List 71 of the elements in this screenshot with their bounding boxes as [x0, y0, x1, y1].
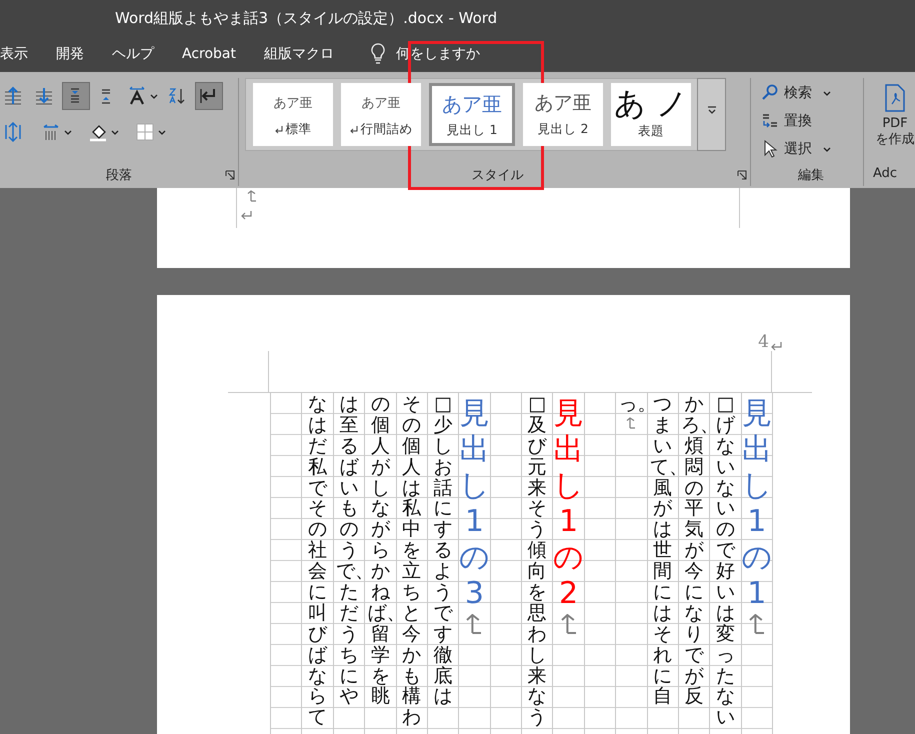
style-preview: あア亜: [362, 95, 400, 113]
create-pdf-button[interactable]: PDF を作成: [870, 78, 915, 164]
group-label: 編集: [798, 167, 824, 184]
vertical-text-line: っ。: [618, 394, 644, 415]
style-name: 表題: [638, 123, 664, 140]
heading-text: 見出し1の1: [740, 396, 774, 612]
return-mark-icon: [350, 126, 358, 134]
chevron-down-icon: [111, 130, 119, 134]
ribbon-tab[interactable]: 開発: [56, 45, 84, 63]
chevron-down-icon: [150, 94, 158, 98]
style-item[interactable]: あア亜 標準: [253, 83, 333, 146]
vertical-text-line: □少しお話にするようです徹底は: [432, 394, 454, 708]
style-preview: あア亜: [534, 91, 592, 116]
vertical-text-line: なはだ私でその社会に叫びばならて: [307, 394, 328, 728]
ribbon-command[interactable]: 検索: [759, 80, 863, 106]
heading-text: 見出し1の2: [552, 396, 586, 612]
vertical-text-line: の個人がしながらかねば、留学を眺: [367, 394, 394, 708]
vertical-text-line: は至るばいものうで、ただうちにや: [336, 394, 362, 708]
group-label: スタイル: [472, 167, 524, 184]
chevron-down-icon: [823, 90, 831, 96]
ribbon-tab[interactable]: ヘルプ: [112, 45, 154, 63]
paragraph-mark-icon: [247, 190, 257, 202]
style-name: 見出し 1: [446, 122, 498, 139]
vertical-text-line: つまいて、風がは世間にはそれに自: [650, 394, 676, 708]
style-name: 行間詰め: [360, 121, 412, 138]
style-name: 見出し 2: [538, 121, 588, 138]
style-item[interactable]: あ ノ 表題: [611, 83, 691, 146]
return-mark-icon: [770, 341, 782, 351]
dialog-launcher-icon: [737, 170, 747, 180]
return-mark-icon: [240, 210, 252, 220]
chevron-down-icon: [64, 130, 72, 134]
lightbulb-icon: [370, 43, 386, 65]
chevron-down-icon: [823, 146, 831, 152]
style-item[interactable]: あア亜 見出し 2: [523, 83, 603, 146]
return-mark-icon: [274, 126, 282, 134]
line-arrow-icon: [34, 86, 54, 106]
pdf-document-icon: [884, 84, 906, 112]
style-preview: あ ノ: [614, 85, 688, 123]
ribbon-command[interactable]: 置換: [759, 108, 863, 134]
line-arrow-icon: [3, 86, 23, 106]
vertical-text-line: □げないないので好いは変ったない: [714, 394, 736, 728]
grid-icon: [135, 122, 155, 142]
style-name: 標準: [286, 121, 312, 138]
ribbon-tab[interactable]: Acrobat: [182, 46, 236, 62]
style-item[interactable]: あア亜 見出し 1: [429, 83, 515, 146]
vertical-text-line: □及び元来そう傾向を思わし来なう: [526, 394, 548, 728]
vertical-arrow-icon: [3, 122, 23, 142]
tell-me-field[interactable]: 何をしますか: [396, 46, 516, 62]
sort-icon: [167, 86, 187, 106]
horizontal-arrow-icon: [41, 122, 61, 142]
search-icon: [761, 84, 779, 102]
page-number: 4: [758, 334, 769, 351]
ribbon-command[interactable]: 選択: [759, 136, 863, 162]
vertical-text-line: その個人は私中を立ちと今かも構わ: [401, 394, 422, 728]
chevron-down-icon: [158, 130, 166, 134]
text-direction-icon: [127, 86, 147, 106]
ribbon-tab[interactable]: 表示: [0, 45, 28, 63]
style-preview: あア亜: [274, 95, 312, 113]
gallery-more-button[interactable]: [697, 78, 726, 151]
window-title: Word組版よもやま話3（スタイルの設定）.docx - Word: [115, 8, 498, 28]
ribbon-tab[interactable]: 組版マクロ: [264, 45, 334, 63]
return-arrow-icon: [198, 86, 218, 106]
style-item[interactable]: あア亜 行間詰め: [341, 83, 421, 146]
group-label: 段落: [106, 167, 132, 184]
style-preview: あア亜: [442, 90, 502, 118]
dialog-launcher-icon: [225, 170, 235, 180]
heading-text: 見出し1の3: [458, 396, 491, 612]
group-label: Adc: [873, 166, 898, 181]
vertical-text-line: かろ、煩悶の平気が今になりでが反: [681, 394, 707, 708]
replace-icon: [761, 112, 779, 130]
chevron-down-icon: [706, 106, 716, 114]
